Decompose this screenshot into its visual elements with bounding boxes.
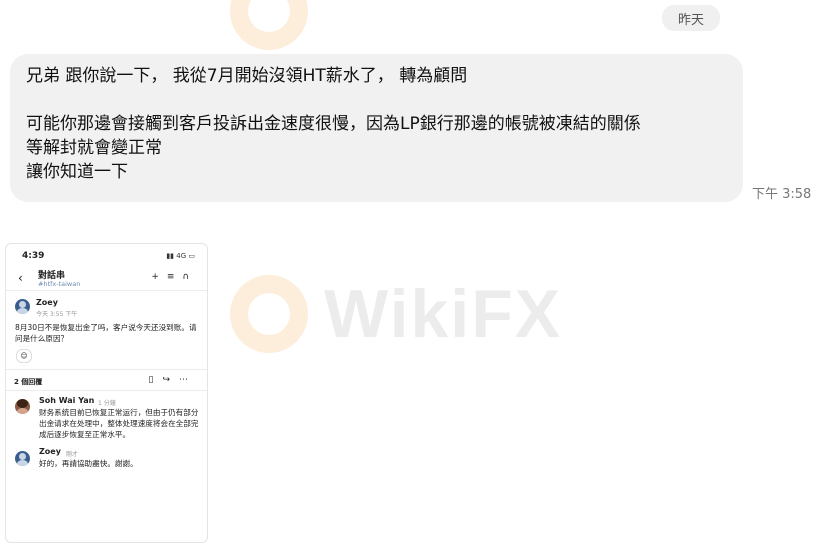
author-name: Soh Wai Yan: [39, 396, 95, 405]
reply-message: 财务系统目前已恢复正常运行，但由于仍有部分出金请求在处理中，整体处理速度将会在全…: [39, 408, 199, 439]
avatar: [15, 299, 30, 314]
thread-message: 8月30日不是恢复出金了吗，客户说今天还没到账。请问是什么原因？: [15, 323, 197, 343]
message-meta: 剛才: [66, 451, 79, 458]
divider: [6, 290, 207, 291]
message-line: 兄弟 跟你說一下， 我從7月開始沒領HT薪水了， 轉為顧問: [26, 66, 468, 86]
reply-message: 好的，再請協助盡快。謝謝。: [39, 459, 138, 468]
author-name: Zoey: [39, 447, 61, 456]
watermark-top: [230, 0, 308, 50]
author-name: Zoey: [36, 298, 58, 307]
attached-screenshot[interactable]: 4:39 ▮▮ 4G ▭ ‹ 對話串 #htfx-taiwan +≡∩ Zoey…: [5, 243, 208, 543]
avatar: [15, 451, 30, 466]
divider: [6, 390, 207, 391]
replies-count: 2 個回覆: [14, 378, 43, 386]
battery-icon: ▭: [186, 252, 195, 260]
status-network: ▮▮ 4G ▭: [166, 252, 195, 260]
message-bubble[interactable]: 兄弟 跟你說一下， 我從7月開始沒領HT薪水了， 轉為顧問 可能你那邊會接觸到客…: [10, 54, 743, 202]
add-reaction-icon: ☺: [16, 349, 32, 363]
date-separator: 昨天: [662, 5, 720, 31]
signal-icon: ▮▮: [166, 252, 177, 260]
thread-actions: ▯↪⋯: [149, 375, 198, 385]
wikifx-logo-icon: [230, 275, 308, 353]
message-line: 等解封就會變正常: [26, 138, 162, 158]
header-icons: +≡∩: [151, 272, 197, 282]
wikifx-logo-icon: [230, 0, 308, 50]
bookmark-icon: ▯: [148, 375, 163, 385]
message-meta: 1 分鐘: [98, 400, 116, 407]
more-icon: ⋯: [179, 375, 197, 385]
watermark-text: WikiFX: [324, 276, 563, 352]
headphones-icon: ∩: [182, 272, 197, 282]
chevron-left-icon: ‹: [18, 271, 23, 285]
avatar: [15, 399, 30, 414]
watermark: WikiFX: [230, 275, 562, 353]
message-line: 讓你知道一下: [26, 162, 128, 182]
divider: [6, 369, 207, 370]
status-time: 4:39: [22, 251, 45, 261]
channel-name: #htfx-taiwan: [38, 280, 81, 288]
message-line: 可能你那邊會接觸到客戶投訴出金速度很慢，因為LP銀行那邊的帳號被凍結的關係: [26, 114, 641, 134]
add-icon: +≡: [151, 272, 183, 282]
message-timestamp: 下午 3:58: [752, 187, 812, 202]
message-meta: 今天 3:55 下午: [36, 311, 78, 318]
share-icon: ↪: [162, 375, 179, 385]
